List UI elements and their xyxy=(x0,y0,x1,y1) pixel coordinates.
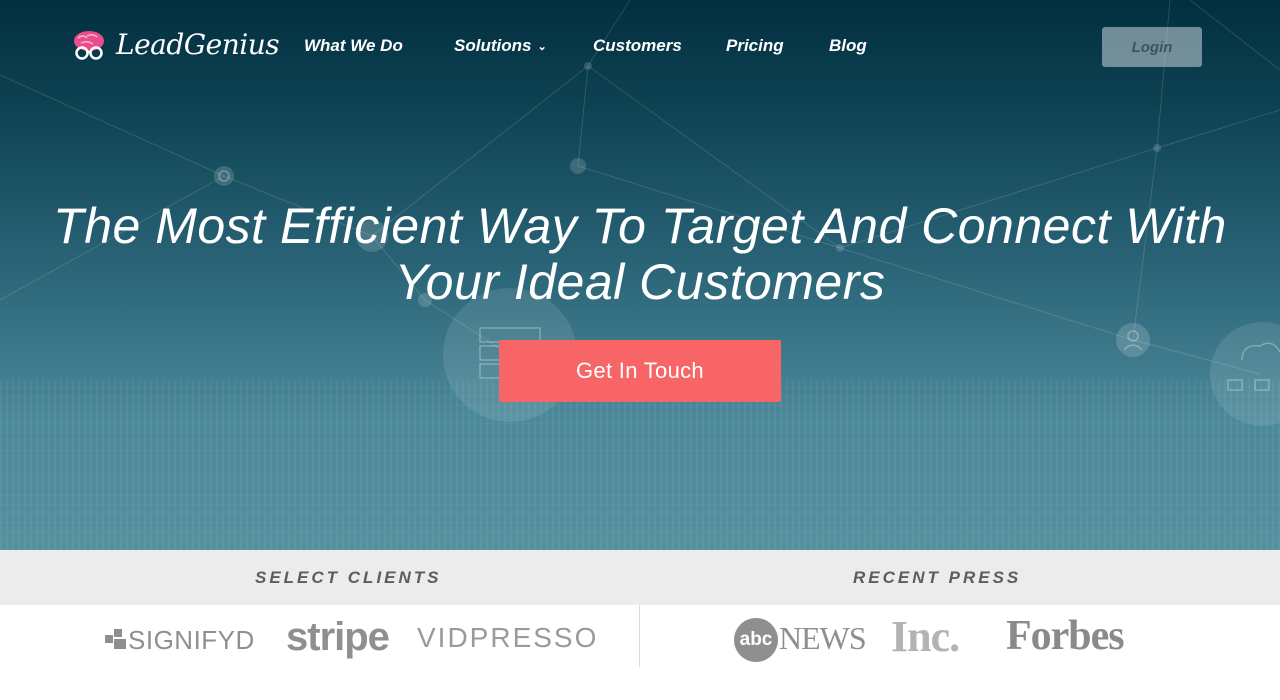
brand-name: LeadGenius xyxy=(116,28,280,61)
vidpresso-logo: VIDPRESSO xyxy=(417,622,599,653)
forbes-logo: Forbes xyxy=(1006,613,1125,659)
inc-logo: Inc. xyxy=(891,612,960,661)
nav-item-customers[interactable]: Customers xyxy=(593,36,682,56)
nav-item-solutions-label: Solutions xyxy=(454,36,532,55)
hero-section: LeadGenius What We Do Solutions ⌄ Custome… xyxy=(0,0,1280,550)
nav-item-pricing[interactable]: Pricing xyxy=(726,36,784,56)
select-clients-heading: SELECT CLIENTS xyxy=(255,568,442,587)
get-in-touch-button[interactable]: Get In Touch xyxy=(499,340,781,402)
logos-header-band: SELECT CLIENTS RECENT PRESS xyxy=(0,550,1280,605)
signifyd-mark-icon xyxy=(105,629,126,649)
logos-strip: SIGNIFYD stripe VIDPRESSO abc NEWS Inc. … xyxy=(0,605,1280,700)
hero-headline: The Most Efficient Way To Target And Con… xyxy=(40,198,1240,310)
signifyd-wordmark: SIGNIFYD xyxy=(128,625,255,655)
brand-logo[interactable]: LeadGenius xyxy=(72,28,280,61)
stripe-logo: stripe xyxy=(286,615,390,659)
nav-item-solutions[interactable]: Solutions ⌄ xyxy=(454,36,547,56)
hero-headline-line-2: Your Ideal Customers xyxy=(394,254,886,310)
chevron-down-icon: ⌄ xyxy=(537,41,547,53)
brain-glasses-icon xyxy=(74,30,104,60)
news-wordmark: NEWS xyxy=(779,620,867,656)
nav-item-blog[interactable]: Blog xyxy=(829,36,867,56)
recent-press-heading: RECENT PRESS xyxy=(853,568,1022,587)
hero-headline-line-1: The Most Efficient Way To Target And Con… xyxy=(53,198,1227,254)
logos-divider xyxy=(639,605,640,667)
abc-circle: abc xyxy=(734,618,778,662)
nav-item-what-we-do[interactable]: What We Do xyxy=(304,36,403,56)
login-button[interactable]: Login xyxy=(1102,27,1202,67)
